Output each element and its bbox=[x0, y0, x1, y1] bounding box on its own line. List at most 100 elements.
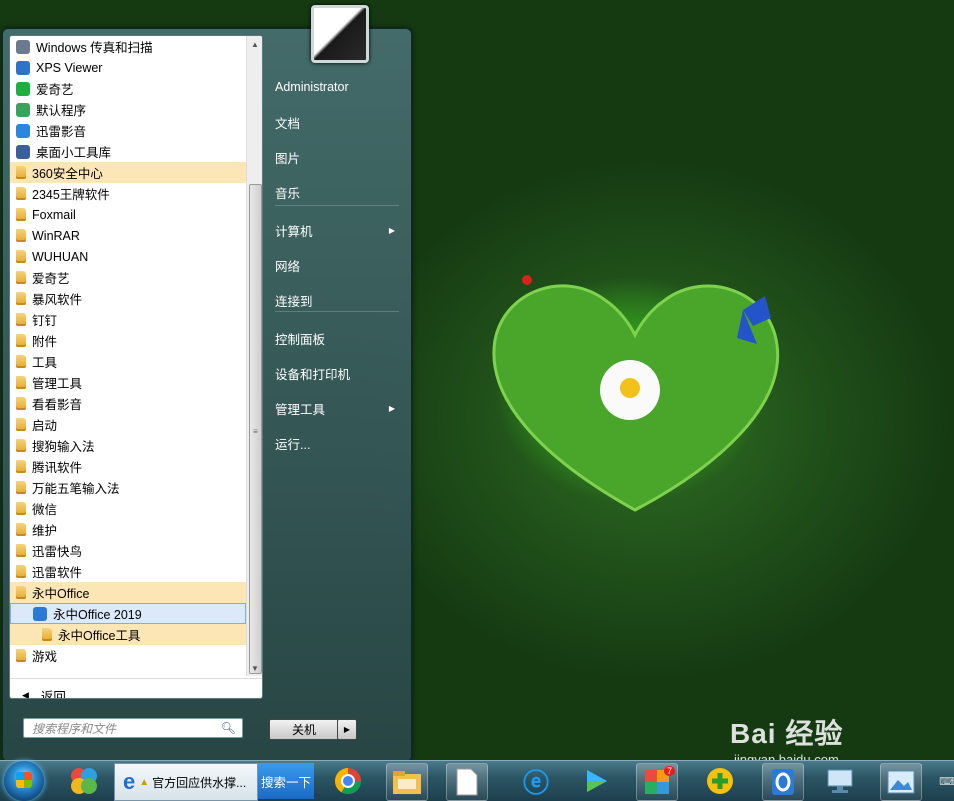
program-label: XPS Viewer bbox=[36, 60, 103, 75]
folder-icon bbox=[16, 523, 26, 536]
start-menu-link[interactable]: 运行... bbox=[271, 431, 403, 455]
watermark-brand: Bai 经验 bbox=[730, 718, 844, 749]
start-menu-link[interactable]: 设备和打印机 bbox=[271, 361, 403, 385]
separator bbox=[275, 311, 399, 312]
taskbar-ie-window[interactable]: e ▲ 官方回应供水撑... bbox=[114, 763, 258, 801]
blank-document-icon[interactable] bbox=[446, 763, 488, 801]
folder-icon bbox=[16, 292, 26, 305]
colorful-app-icon[interactable]: 7 bbox=[636, 763, 678, 801]
program-item[interactable]: 迅雷快鸟 bbox=[10, 540, 246, 561]
program-item[interactable]: 维护 bbox=[10, 519, 246, 540]
program-item[interactable]: 启动 bbox=[10, 414, 246, 435]
program-item[interactable]: WUHUAN bbox=[10, 246, 246, 267]
program-label: 看看影音 bbox=[32, 398, 83, 412]
program-pane: Windows 传真和扫描 XPS Viewer 爱奇艺 默认程序 迅雷影音 桌面小工具库… bbox=[9, 35, 263, 699]
program-item[interactable]: 永中Office bbox=[10, 582, 246, 603]
program-item[interactable]: 永中Office 2019 bbox=[10, 603, 246, 624]
shutdown-options-arrow-icon[interactable]: ▶ bbox=[337, 719, 357, 740]
taskbar-search-button[interactable]: 搜索一下 bbox=[258, 763, 314, 799]
start-menu-link[interactable]: 网络 bbox=[271, 253, 403, 277]
program-item[interactable]: 2345王牌软件 bbox=[10, 183, 246, 204]
tray-keyboard-icon[interactable]: ⌨ bbox=[939, 763, 954, 799]
start-menu-link-label: 设备和打印机 bbox=[275, 367, 351, 382]
folder-icon bbox=[16, 187, 26, 200]
program-label: 工具 bbox=[32, 356, 58, 370]
scroll-up-arrow-icon[interactable]: ▲ bbox=[247, 36, 262, 52]
start-menu-link-label: Administrator bbox=[275, 80, 349, 94]
program-list: Windows 传真和扫描 XPS Viewer 爱奇艺 默认程序 迅雷影音 桌面小工具库… bbox=[10, 36, 246, 676]
program-label: 爱奇艺 bbox=[32, 272, 70, 286]
search-placeholder: 搜索程序和文件 bbox=[32, 721, 117, 736]
program-item[interactable]: 搜狗输入法 bbox=[10, 435, 246, 456]
program-item[interactable]: 管理工具 bbox=[10, 372, 246, 393]
folder-icon bbox=[16, 649, 26, 662]
back-button[interactable]: ◀ 返回 bbox=[10, 678, 262, 698]
user-name-link[interactable]: Administrator bbox=[271, 75, 403, 99]
xunlei-player-icon bbox=[16, 123, 30, 138]
shutdown-button[interactable]: 关机 bbox=[269, 719, 339, 740]
folder-icon bbox=[16, 376, 26, 389]
program-item[interactable]: 工具 bbox=[10, 351, 246, 372]
start-menu-link[interactable]: 管理工具 ▶ bbox=[271, 396, 403, 420]
program-item[interactable]: 游戏 bbox=[10, 645, 246, 666]
program-item[interactable]: 桌面小工具库 bbox=[10, 141, 246, 162]
program-item[interactable]: 暴风软件 bbox=[10, 288, 246, 309]
xps-viewer-icon bbox=[16, 60, 30, 75]
submenu-arrow-icon: ▶ bbox=[388, 225, 395, 235]
start-orb-button[interactable] bbox=[4, 761, 44, 801]
program-label: 微信 bbox=[32, 503, 58, 517]
video-player-icon[interactable] bbox=[576, 763, 616, 799]
folder-icon bbox=[16, 313, 26, 326]
program-scrollbar[interactable]: ▲ ≡ ▼ bbox=[246, 36, 262, 676]
program-item[interactable]: 看看影音 bbox=[10, 393, 246, 414]
program-item[interactable]: Foxmail bbox=[10, 204, 246, 225]
program-item[interactable]: 爱奇艺 bbox=[10, 267, 246, 288]
program-item[interactable]: 钉钉 bbox=[10, 309, 246, 330]
start-menu-link[interactable]: 连接到 bbox=[271, 288, 403, 312]
ie-browser-icon[interactable]: ⓔ bbox=[516, 763, 556, 799]
taskbar-app-pinwheel-icon[interactable] bbox=[64, 763, 104, 799]
start-menu-link[interactable]: 控制面板 bbox=[271, 326, 403, 350]
iqiyi-icon bbox=[16, 81, 30, 96]
program-item[interactable]: 爱奇艺 bbox=[10, 78, 246, 99]
start-menu-link[interactable]: 图片 bbox=[271, 145, 403, 169]
program-item[interactable]: WinRAR bbox=[10, 225, 246, 246]
program-item[interactable]: 腾讯软件 bbox=[10, 456, 246, 477]
monitor-app-icon[interactable] bbox=[820, 763, 860, 799]
program-item[interactable]: 360安全中心 bbox=[10, 162, 246, 183]
program-item[interactable]: 迅雷影音 bbox=[10, 120, 246, 141]
program-item[interactable]: 默认程序 bbox=[10, 99, 246, 120]
folder-icon bbox=[16, 544, 26, 557]
folder-icon bbox=[16, 229, 26, 242]
program-item[interactable]: 万能五笔输入法 bbox=[10, 477, 246, 498]
scroll-down-arrow-icon[interactable]: ▼ bbox=[247, 660, 262, 676]
add-green-plus-icon[interactable] bbox=[700, 763, 740, 799]
program-item[interactable]: XPS Viewer bbox=[10, 57, 246, 78]
start-menu: Windows 传真和扫描 XPS Viewer 爱奇艺 默认程序 迅雷影音 桌面小工具库… bbox=[2, 5, 412, 762]
yozo-office-taskbar-icon[interactable] bbox=[762, 763, 804, 801]
program-item[interactable]: 微信 bbox=[10, 498, 246, 519]
folder-icon bbox=[42, 628, 52, 641]
program-item[interactable]: 迅雷软件 bbox=[10, 561, 246, 582]
program-item[interactable]: Windows 传真和扫描 bbox=[10, 36, 246, 57]
start-menu-link[interactable]: 文档 bbox=[271, 110, 403, 134]
search-input[interactable]: 搜索程序和文件 🔍︎ bbox=[23, 718, 243, 738]
program-item[interactable]: 附件 bbox=[10, 330, 246, 351]
program-label: 桌面小工具库 bbox=[36, 146, 112, 160]
start-menu-link[interactable]: 音乐 bbox=[271, 180, 403, 204]
folder-icon bbox=[16, 565, 26, 578]
start-menu-link[interactable]: 计算机 ▶ bbox=[271, 218, 403, 242]
user-avatar[interactable] bbox=[311, 5, 369, 63]
start-menu-link-label: 计算机 bbox=[275, 224, 313, 239]
program-label: 迅雷快鸟 bbox=[32, 545, 83, 559]
program-label: 钉钉 bbox=[32, 314, 58, 328]
program-item[interactable]: 永中Office工具 bbox=[10, 624, 246, 645]
search-icon[interactable]: 🔍︎ bbox=[221, 721, 236, 735]
folder-icon bbox=[16, 397, 26, 410]
gadgets-icon bbox=[16, 144, 30, 159]
chrome-icon[interactable] bbox=[328, 763, 368, 799]
folder-icon bbox=[16, 502, 26, 515]
image-viewer-icon[interactable] bbox=[880, 763, 922, 801]
scroll-thumb[interactable]: ≡ bbox=[249, 184, 262, 674]
file-explorer-icon[interactable] bbox=[386, 763, 428, 801]
